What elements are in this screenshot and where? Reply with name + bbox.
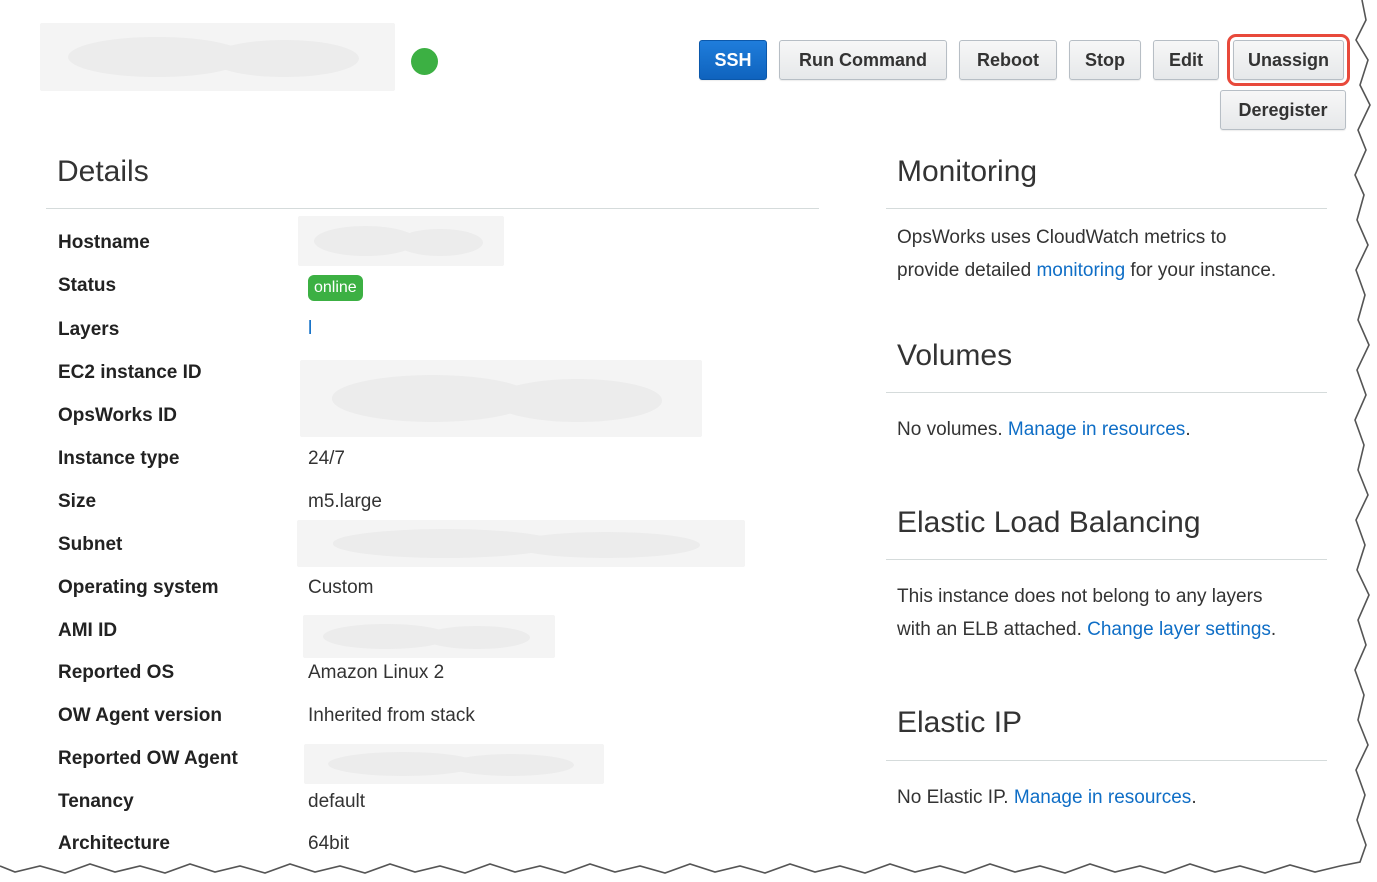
elb-title: Elastic Load Balancing bbox=[897, 506, 1201, 539]
label-reported-ow-agent: Reported OW Agent bbox=[58, 748, 238, 769]
change-layer-settings-link[interactable]: Change layer settings bbox=[1087, 619, 1271, 640]
elb-text-pre: with an ELB attached. bbox=[897, 619, 1088, 640]
elastic-ip-title: Elastic IP bbox=[897, 706, 1023, 739]
hostname-redacted bbox=[298, 216, 504, 266]
status-badge: online bbox=[308, 275, 363, 301]
label-architecture: Architecture bbox=[58, 833, 170, 854]
subnet-redacted bbox=[297, 520, 745, 567]
elastic-ip-divider bbox=[886, 760, 1327, 761]
label-instance-type: Instance type bbox=[58, 448, 180, 469]
ssh-button[interactable]: SSH bbox=[699, 40, 767, 80]
monitoring-text-pre: provide detailed bbox=[897, 260, 1037, 281]
elb-divider bbox=[886, 559, 1327, 560]
details-divider bbox=[46, 208, 819, 209]
volumes-divider bbox=[886, 392, 1327, 393]
instance-name-redacted bbox=[40, 23, 395, 91]
elb-text: This instance does not belong to any lay… bbox=[897, 580, 1276, 646]
unassign-button[interactable]: Unassign bbox=[1227, 34, 1350, 86]
label-size: Size bbox=[58, 491, 97, 512]
value-reported-os: Amazon Linux 2 bbox=[308, 662, 445, 683]
reported-ow-agent-redacted bbox=[304, 744, 604, 784]
label-ow-agent-version: OW Agent version bbox=[58, 705, 222, 726]
ids-redacted bbox=[300, 360, 702, 437]
ami-id-redacted bbox=[303, 615, 555, 658]
elastic-ip-text-pre: No Elastic IP. bbox=[897, 787, 1014, 808]
details-title: Details bbox=[57, 155, 149, 188]
monitoring-text: OpsWorks uses CloudWatch metrics to prov… bbox=[897, 221, 1276, 287]
status-indicator-dot bbox=[411, 48, 438, 75]
volumes-title: Volumes bbox=[897, 339, 1013, 372]
elastic-ip-text: No Elastic IP. Manage in resources. bbox=[897, 781, 1197, 814]
monitoring-link[interactable]: monitoring bbox=[1036, 260, 1125, 281]
reboot-button[interactable]: Reboot bbox=[959, 40, 1057, 80]
label-subnet: Subnet bbox=[58, 534, 123, 555]
volumes-text: No volumes. Manage in resources. bbox=[897, 413, 1191, 446]
value-operating-system: Custom bbox=[308, 577, 374, 598]
layers-link[interactable]: l bbox=[308, 318, 312, 340]
label-hostname: Hostname bbox=[58, 232, 150, 253]
run-command-button[interactable]: Run Command bbox=[779, 40, 947, 80]
monitoring-text-line1: OpsWorks uses CloudWatch metrics to bbox=[897, 227, 1227, 248]
volumes-text-post: . bbox=[1185, 419, 1191, 440]
stop-button[interactable]: Stop bbox=[1069, 40, 1141, 80]
monitoring-text-post: for your instance. bbox=[1125, 260, 1277, 281]
elb-text-line1: This instance does not belong to any lay… bbox=[897, 586, 1263, 607]
value-size: m5.large bbox=[308, 491, 382, 512]
elastic-ip-text-post: . bbox=[1191, 787, 1197, 808]
label-ami-id: AMI ID bbox=[58, 620, 118, 641]
label-layers: Layers bbox=[58, 319, 120, 340]
label-operating-system: Operating system bbox=[58, 577, 219, 598]
volumes-text-pre: No volumes. bbox=[897, 419, 1008, 440]
elb-text-post: . bbox=[1270, 619, 1277, 640]
value-tenancy: default bbox=[308, 791, 366, 812]
label-tenancy: Tenancy bbox=[58, 791, 134, 812]
label-opsworks-id: OpsWorks ID bbox=[58, 405, 177, 426]
label-ec2-instance-id: EC2 instance ID bbox=[58, 362, 202, 383]
monitoring-divider bbox=[886, 208, 1327, 209]
monitoring-title: Monitoring bbox=[897, 155, 1038, 188]
value-architecture: 64bit bbox=[308, 833, 350, 854]
volumes-manage-link[interactable]: Manage in resources bbox=[1008, 419, 1185, 440]
instance-page: SSH Run Command Reboot Stop Edit Unassig… bbox=[0, 0, 1362, 870]
label-status: Status bbox=[58, 275, 117, 296]
elastic-ip-manage-link[interactable]: Manage in resources bbox=[1014, 787, 1191, 808]
value-instance-type: 24/7 bbox=[308, 448, 345, 469]
deregister-button[interactable]: Deregister bbox=[1220, 90, 1346, 130]
edit-button[interactable]: Edit bbox=[1153, 40, 1219, 80]
value-ow-agent-version: Inherited from stack bbox=[308, 705, 475, 726]
label-reported-os: Reported OS bbox=[58, 662, 175, 683]
